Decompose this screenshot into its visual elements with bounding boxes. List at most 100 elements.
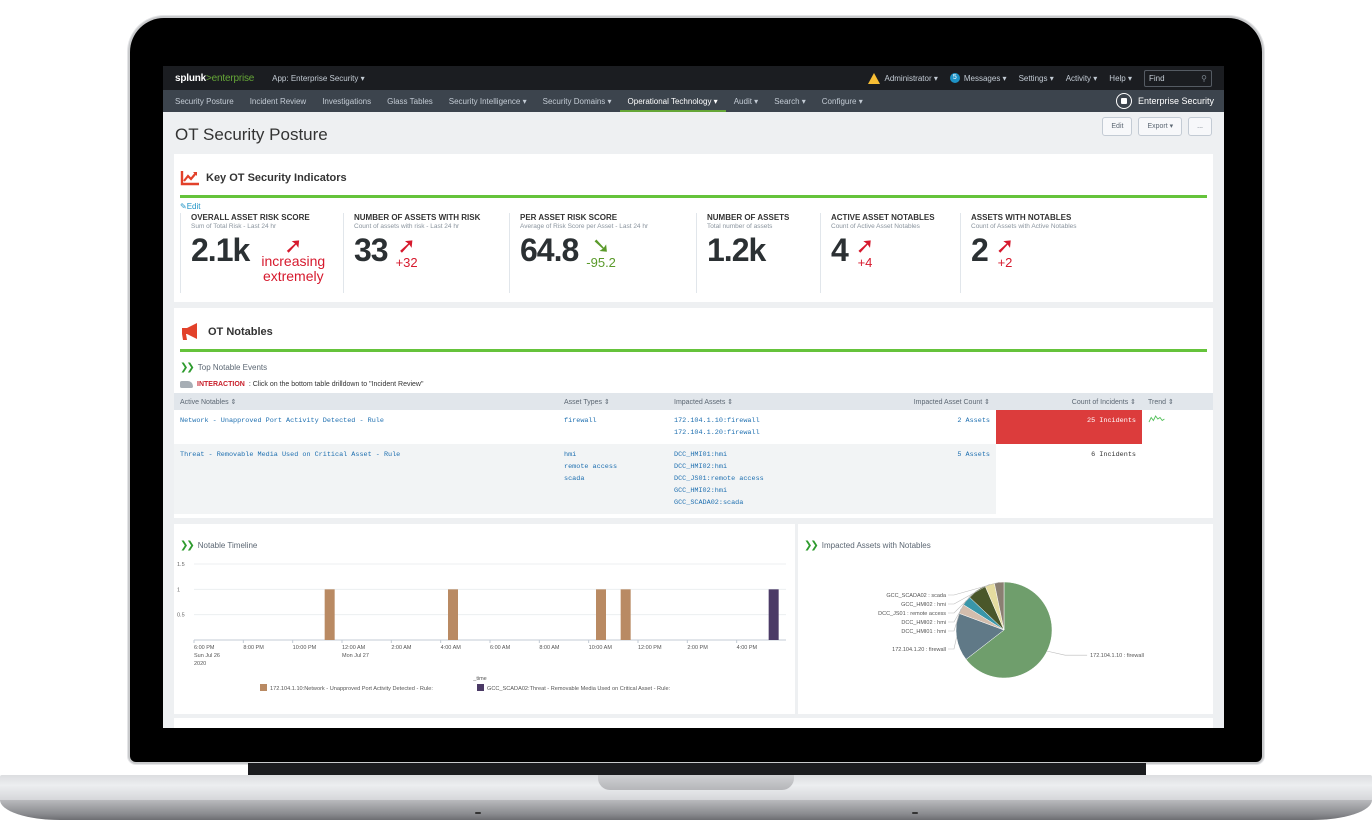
impacted-asset[interactable]: GCC_HMI02:hmi [674, 485, 826, 497]
nav-configure[interactable]: Configure ▾ [814, 90, 871, 112]
edit-button[interactable]: Edit [1102, 116, 1133, 136]
impacted-asset[interactable]: DCC_HMI01:hmi [674, 449, 826, 461]
kpi-value: 33 [354, 232, 389, 268]
x-tick-label: 10:00 PM [293, 645, 317, 651]
messages-menu[interactable]: 5 Messages ▾ [949, 73, 1007, 83]
kpi-title: OVERALL ASSET RISK SCORE [191, 213, 310, 222]
incident-count-cell[interactable]: 6 Incidents [996, 444, 1142, 514]
interaction-label: INTERACTION [197, 381, 245, 388]
asset-type[interactable]: scada [564, 473, 662, 485]
kpi-card[interactable]: OVERALL ASSET RISK SCORE Sum of Total Ri… [180, 213, 343, 293]
x-tick-label: 6:00 PM [194, 645, 215, 651]
column-header-count-of-incidents[interactable]: Count of Incidents ⇕ [996, 393, 1142, 410]
next-panel-partial [174, 718, 1213, 728]
double-chevron-icon: ❯❯ [180, 362, 195, 373]
nav-incident-review[interactable]: Incident Review [242, 90, 314, 112]
nav-investigations[interactable]: Investigations [314, 90, 379, 112]
settings-menu[interactable]: Settings ▾ [1019, 74, 1054, 83]
brand-main: splunk [175, 72, 207, 84]
kpi-value: 1.2k [707, 232, 766, 268]
x-tick-label: 2:00 PM [687, 645, 708, 651]
trend-sparkline [1148, 415, 1165, 423]
kpi-delta: increasing extremely [261, 253, 326, 284]
x-tick-label: 8:00 AM [539, 645, 560, 651]
section-divider [180, 195, 1207, 198]
incident-count-cell[interactable]: 25 Incidents [996, 410, 1142, 444]
x-tick-label: 12:00 PM [638, 645, 662, 651]
asset-count-cell[interactable]: 5 Assets [832, 444, 996, 514]
nav-audit[interactable]: Audit ▾ [726, 90, 766, 112]
nav-security-domains[interactable]: Security Domains ▾ [535, 90, 620, 112]
nav-search[interactable]: Search ▾ [766, 90, 814, 112]
active-notable-cell[interactable]: Threat - Removable Media Used on Critica… [174, 444, 558, 514]
nav-glass-tables[interactable]: Glass Tables [379, 90, 441, 112]
pie-leader-line [1047, 650, 1088, 656]
asset-type[interactable]: remote access [564, 461, 662, 473]
table-row[interactable]: Threat - Removable Media Used on Critica… [174, 444, 1213, 514]
nav-security-intelligence[interactable]: Security Intelligence ▾ [441, 90, 535, 112]
column-header-trend[interactable]: Trend ⇕ [1142, 393, 1213, 410]
kpi-list: OVERALL ASSET RISK SCORE Sum of Total Ri… [180, 213, 1207, 293]
timeline-bar [448, 589, 458, 640]
find-input[interactable]: Find ⚲ [1144, 69, 1212, 87]
kpi-value: 2.1k [191, 232, 250, 268]
kpi-card[interactable]: PER ASSET RISK SCORE Average of Risk Sco… [509, 213, 696, 293]
asset-type[interactable]: hmi [564, 449, 662, 461]
administrator-label: Administrator ▾ [884, 73, 938, 83]
search-icon: ⚲ [1201, 73, 1207, 83]
asset-count-cell[interactable]: 2 Assets [832, 410, 996, 444]
nav-operational-technology[interactable]: Operational Technology ▾ [619, 90, 726, 112]
section-divider [180, 349, 1207, 352]
kpi-title: ACTIVE ASSET NOTABLES [831, 213, 935, 222]
timeline-bar [324, 589, 335, 640]
pie-label: DCC_JS01 : remote access [878, 611, 946, 617]
megaphone-icon [182, 323, 197, 340]
warning-icon [868, 72, 881, 84]
column-header-impacted-asset-count[interactable]: Impacted Asset Count ⇕ [832, 393, 996, 410]
laptop-foot [475, 812, 481, 814]
pie-leader-line [948, 637, 957, 650]
impacted-asset[interactable]: 172.104.1.20:firewall [674, 427, 826, 439]
kpi-delta: +2 [997, 255, 1013, 270]
impacted-asset[interactable]: DCC_JS01:remote access [674, 473, 826, 485]
column-header-asset-types[interactable]: Asset Types ⇕ [558, 393, 668, 410]
kpi-subtitle: Average of Risk Score per Asset - Last 2… [520, 223, 649, 230]
nav-security-posture[interactable]: Security Posture [167, 90, 242, 112]
column-header-active-notables[interactable]: Active Notables ⇕ [174, 393, 558, 410]
activity-menu[interactable]: Activity ▾ [1066, 74, 1098, 83]
kpi-title: PER ASSET RISK SCORE [520, 213, 618, 222]
impacted-asset[interactable]: DCC_HMI02:hmi [674, 461, 826, 473]
x-tick-label: 12:00 AM [342, 645, 366, 651]
splunk-logo[interactable]: splunk>enterprise [175, 73, 254, 84]
messages-label: Messages ▾ [963, 73, 1007, 83]
laptop-opening-notch [598, 775, 794, 790]
asset-type[interactable]: firewall [564, 415, 662, 427]
laptop-foot [912, 812, 918, 814]
kpi-card[interactable]: NUMBER OF ASSETS Total number of assets … [696, 213, 820, 293]
kpi-edit-link[interactable]: ✎Edit [180, 202, 1207, 211]
app-menu[interactable]: App: Enterprise Security ▾ [272, 74, 365, 83]
asset-types-cell: firewall [558, 410, 668, 444]
trend-cell [1142, 410, 1213, 444]
legend-swatch [477, 684, 484, 691]
timeline-bar [768, 589, 779, 640]
y-tick-label: 1.5 [177, 562, 185, 568]
export-button[interactable]: Export ▾ [1138, 116, 1183, 136]
more-actions-button[interactable]: ... [1188, 116, 1212, 136]
kpi-card[interactable]: ACTIVE ASSET NOTABLES Count of Active As… [820, 213, 960, 293]
table-row[interactable]: Network - Unapproved Port Activity Detec… [174, 410, 1213, 444]
kpi-subtitle: Total number of assets [707, 223, 773, 230]
column-header-impacted-assets[interactable]: Impacted Assets ⇕ [668, 393, 832, 410]
kpi-card[interactable]: NUMBER OF ASSETS WITH RISK Count of asse… [343, 213, 509, 293]
x-tick-label: 2020 [194, 661, 206, 667]
active-notable-cell[interactable]: Network - Unapproved Port Activity Detec… [174, 410, 558, 444]
impacted-asset[interactable]: GCC_SCADA02:scada [674, 497, 826, 509]
x-tick-label: 6:00 AM [490, 645, 511, 651]
pie-label: 172.104.1.10 : firewall [1090, 653, 1144, 659]
kpi-card[interactable]: ASSETS WITH NOTABLES Count of Assets wit… [960, 213, 1160, 293]
impacted-asset[interactable]: 172.104.1.10:firewall [674, 415, 826, 427]
help-menu[interactable]: Help ▾ [1109, 74, 1132, 83]
pie-label: 172.104.1.20 : firewall [892, 647, 946, 653]
administrator-menu[interactable]: Administrator ▾ [868, 72, 938, 84]
find-placeholder: Find [1149, 73, 1165, 83]
